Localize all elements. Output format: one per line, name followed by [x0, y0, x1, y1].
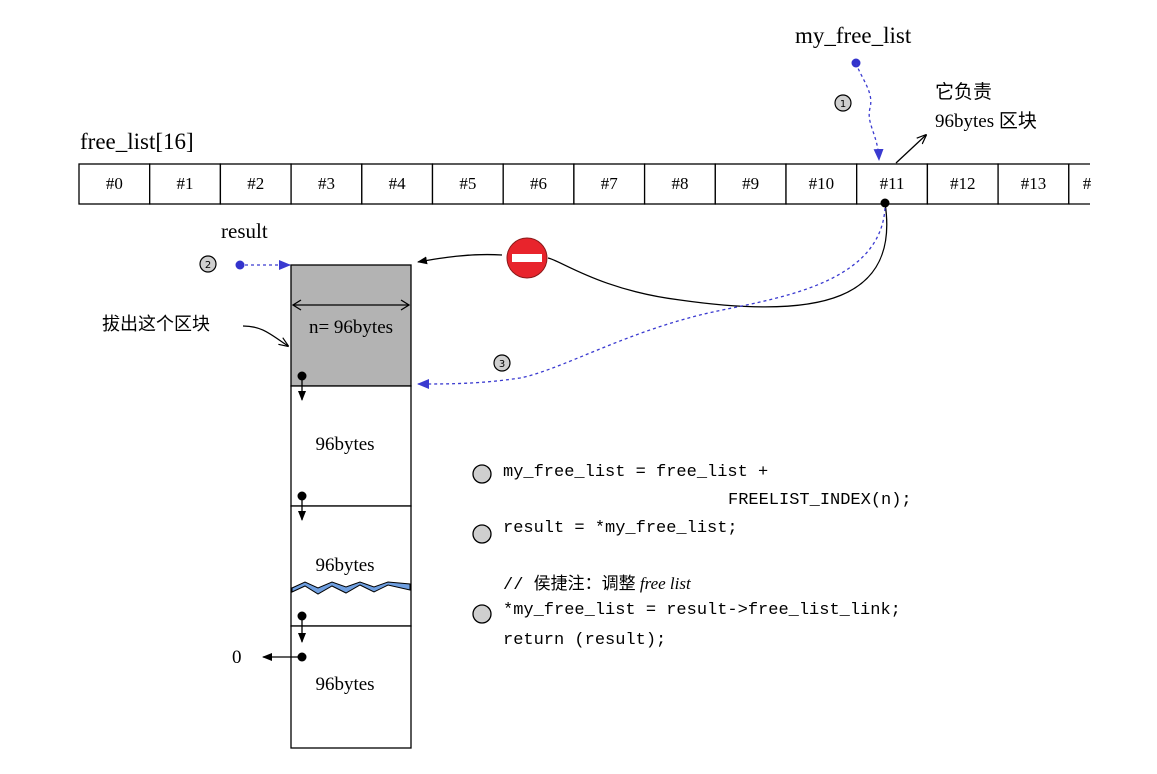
array-cell-label: #10: [809, 174, 835, 193]
step3-dashed-arrow: [417, 207, 886, 389]
array-cell-label: #12: [950, 174, 976, 193]
array-cell-label: #6: [530, 174, 547, 193]
code-comment: // 侯捷注：调整 free list: [503, 574, 692, 595]
my-free-list-label: my_free_list: [795, 23, 912, 48]
free-list-array: #0 #1 #2 #3 #4 #5 #6 #7 #8 #9 #10 #11 #12 #13 #: [78, 163, 1092, 205]
old-pointer-curve-end: [417, 253, 503, 265]
code-line-4: *my_free_list = result->free_list_link;: [503, 601, 901, 620]
null-value: 0: [232, 647, 242, 668]
code-line-1: my_free_list = free_list +: [503, 463, 768, 482]
extract-block-arrow: [242, 325, 288, 346]
code-block: my_free_list = free_list + FREELIST_INDE…: [472, 463, 912, 650]
array-cell-label: #1: [177, 174, 194, 193]
block-2-label: 96bytes: [315, 434, 374, 455]
extract-block-label: 拔出这个区块: [102, 314, 210, 334]
block-size-label: n= 96bytes: [309, 317, 393, 338]
array-cell-label: #11: [880, 174, 905, 193]
array-cell-label: #4: [389, 174, 407, 193]
code-line-5: return (result);: [503, 631, 666, 650]
array-cell-label: #: [1083, 174, 1092, 193]
responsible-label-line1: 它负责: [935, 81, 992, 103]
array-cell-label: #13: [1021, 174, 1047, 193]
code-step2-bullet: [472, 524, 492, 544]
array-cell-label: #7: [601, 174, 619, 193]
block-4-label: 96bytes: [315, 674, 374, 695]
svg-text:3: 3: [499, 359, 505, 370]
svg-text:2: 2: [205, 260, 211, 271]
no-entry-icon: [506, 237, 548, 279]
responsible-pointer-arrow: [895, 135, 926, 164]
array-cell-label: #9: [742, 174, 759, 193]
array-cell-label: #0: [106, 174, 123, 193]
code-step1-bullet: [472, 464, 492, 484]
svg-text:1: 1: [840, 99, 846, 110]
step3-badge: 3: [493, 354, 511, 372]
memory-block-chain: n= 96bytes 96bytes 96bytes 96bytes: [262, 264, 412, 749]
code-line-2: FREELIST_INDEX(n);: [728, 491, 912, 510]
block-3-label: 96bytes: [315, 555, 374, 576]
result-label: result: [221, 219, 268, 243]
code-step3-bullet: [472, 604, 492, 624]
array-cell-label: #2: [247, 174, 264, 193]
array-cell-label: #8: [671, 174, 688, 193]
result-pointer-dot: [235, 260, 245, 270]
old-pointer-curve: [547, 202, 888, 308]
free-list-diagram: my_free_list 1 它负责 96bytes 区块 free_list[…: [78, 23, 1092, 749]
step1-badge: 1: [834, 94, 852, 112]
step2-badge: 2: [199, 255, 217, 273]
code-line-3: result = *my_free_list;: [503, 519, 738, 538]
responsible-label-line2: 96bytes 区块: [935, 110, 1037, 132]
array-cell-label: #5: [459, 174, 476, 193]
array-cell-label: #3: [318, 174, 335, 193]
free-list-title: free_list[16]: [80, 129, 194, 154]
step1-dashed-arrow: [855, 62, 884, 161]
